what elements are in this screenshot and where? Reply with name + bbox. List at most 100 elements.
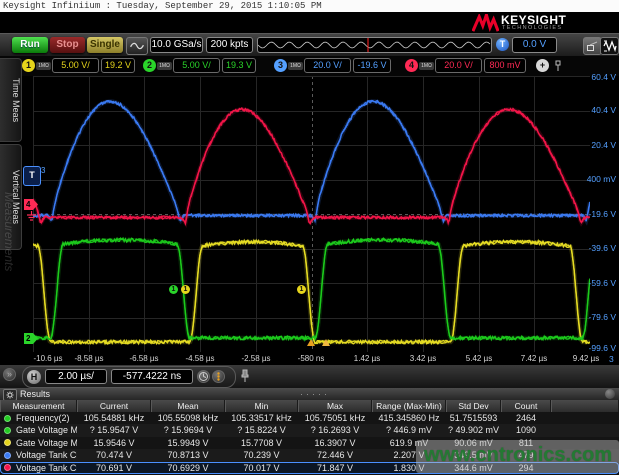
right-axis-label: -99.6 V bbox=[586, 343, 616, 353]
channel-3-scale-field[interactable]: 20.0 V/ bbox=[304, 58, 351, 73]
right-axis-label: -79.6 V bbox=[586, 312, 616, 322]
time-axis-label: 3.42 µs bbox=[410, 354, 436, 363]
column-header[interactable]: Std Dev bbox=[446, 400, 501, 412]
measurement-dot bbox=[4, 464, 11, 471]
gate-start-marker-icon[interactable] bbox=[307, 339, 315, 346]
right-axis-label: 20.4 V bbox=[586, 140, 616, 150]
time-axis-label: -10.6 µs bbox=[33, 354, 62, 363]
single-button[interactable]: Single bbox=[87, 37, 123, 53]
probe-icon[interactable] bbox=[553, 60, 563, 72]
time-axis-label: 9.42 µs bbox=[573, 354, 599, 363]
results-collapse-button[interactable] bbox=[605, 389, 615, 399]
keysight-spark-icon bbox=[472, 14, 499, 32]
column-header[interactable]: Count bbox=[501, 400, 551, 412]
time-axis-label: 5.42 µs bbox=[466, 354, 492, 363]
results-header-row: Measurement Current Mean Min Max Range (… bbox=[0, 400, 619, 412]
right-axis-label: -19.6 V bbox=[586, 209, 616, 219]
column-header[interactable]: Mean bbox=[151, 400, 225, 412]
channel-2-icon[interactable]: 2 bbox=[143, 59, 156, 72]
trigger-level-field[interactable]: 0.0 V bbox=[512, 37, 557, 53]
channel-2-scale-field[interactable]: 5.00 V/ bbox=[173, 58, 220, 73]
channel-bar: 1 1MΩ 5.00 V/ 19.2 V 2 1MΩ 5.00 V/ 19.3 … bbox=[0, 56, 619, 76]
add-channel-button[interactable]: + bbox=[536, 59, 549, 72]
column-header[interactable]: Max bbox=[298, 400, 372, 412]
right-axis-label: 400 mV bbox=[586, 174, 616, 184]
channel-2-coupling: 1MΩ bbox=[157, 62, 172, 70]
axis-channel-number: 3 bbox=[609, 354, 614, 364]
time-axis-label: 1.42 µs bbox=[354, 354, 380, 363]
autoscale-icon[interactable] bbox=[600, 37, 619, 55]
time-axis-label: -2.58 µs bbox=[241, 354, 270, 363]
channel-1-offset-field[interactable]: 19.2 V bbox=[101, 58, 135, 73]
measurements-ghost-label: Measurements bbox=[2, 192, 16, 271]
channel-4-offset-field[interactable]: 800 mV bbox=[484, 58, 526, 73]
gate-stop-marker-icon[interactable] bbox=[322, 339, 330, 346]
column-header[interactable]: Range (Max-Min) bbox=[372, 400, 446, 412]
waveform-display[interactable]: 1 1 1 bbox=[33, 76, 590, 352]
channel-1-scale-field[interactable]: 5.00 V/ bbox=[52, 58, 99, 73]
channel-3-icon[interactable]: 3 bbox=[274, 59, 287, 72]
column-header[interactable]: Current bbox=[77, 400, 151, 412]
measurement-dot bbox=[4, 439, 11, 446]
window-title: Keysight Infiniium : Tuesday, September … bbox=[0, 0, 619, 12]
meas-marker-yellow-2[interactable]: 1 bbox=[297, 285, 306, 294]
time-axis-label: -6.58 µs bbox=[129, 354, 158, 363]
horizontal-icon[interactable]: H bbox=[27, 370, 41, 384]
measurement-dot bbox=[4, 427, 11, 434]
channel-4-scale-field[interactable]: 20.0 V/ bbox=[435, 58, 482, 73]
channel-3-coupling: 1MΩ bbox=[288, 62, 303, 70]
timebase-position-field[interactable]: -577.4222 ns bbox=[111, 369, 193, 384]
stop-button[interactable]: Stop bbox=[50, 37, 85, 53]
table-row[interactable]: Gate Voltage MC ? 15.9547 V? 15.9694 V ?… bbox=[0, 424, 619, 436]
time-axis-label: 7.42 µs bbox=[521, 354, 547, 363]
right-axis-label: -39.6 V bbox=[586, 243, 616, 253]
oscilloscope-screen: Keysight Infiniium : Tuesday, September … bbox=[0, 0, 619, 475]
waveform-arrows-icon bbox=[603, 40, 617, 52]
channel-1-coupling: 1MΩ bbox=[36, 62, 51, 70]
measurement-dot bbox=[4, 452, 11, 459]
trigger-channel-label: 3 bbox=[41, 166, 45, 175]
expand-panel-button[interactable]: » bbox=[3, 368, 16, 381]
trigger-source-icon[interactable]: T bbox=[496, 38, 509, 51]
run-button[interactable]: Run bbox=[12, 37, 48, 53]
time-axis-label: -4.58 µs bbox=[185, 354, 214, 363]
overview-waveform bbox=[258, 38, 491, 52]
column-header[interactable] bbox=[551, 400, 619, 412]
measurement-dot bbox=[4, 415, 11, 422]
pin-icon[interactable] bbox=[240, 369, 250, 383]
sample-rate-field[interactable]: 10.0 GSa/s bbox=[150, 37, 203, 53]
timebase-scale-field[interactable]: 2.00 µs/ bbox=[45, 369, 107, 384]
tab-time-meas[interactable]: Time Meas bbox=[0, 58, 22, 142]
horizontal-bar: » H 2.00 µs/ -577.4222 ns bbox=[0, 365, 619, 388]
results-title: Results bbox=[20, 388, 50, 400]
right-axis-label: -59.6 V bbox=[586, 278, 616, 288]
right-axis-label: 40.4 V bbox=[586, 105, 616, 115]
meas-marker-yellow-1[interactable]: 1 bbox=[181, 285, 190, 294]
column-header[interactable]: Measurement bbox=[0, 400, 77, 412]
watermark-text: www.cntronics.com bbox=[424, 444, 619, 467]
channel-1-icon[interactable]: 1 bbox=[22, 59, 35, 72]
roll-mode-icon[interactable] bbox=[212, 370, 225, 383]
channel-2-offset-field[interactable]: 19.3 V bbox=[222, 58, 256, 73]
memory-depth-field[interactable]: 200 kpts bbox=[206, 37, 253, 53]
horizontal-scale-icon[interactable] bbox=[126, 37, 148, 55]
time-axis-label: -8.58 µs bbox=[74, 354, 103, 363]
acquisition-overview[interactable] bbox=[257, 37, 492, 53]
acquisition-toolbar: Run Stop Single 10.0 GSa/s 200 kpts T 0.… bbox=[0, 33, 619, 56]
results-title-bar[interactable]: Results ····· bbox=[0, 388, 619, 400]
column-header[interactable]: Min bbox=[225, 400, 298, 412]
horizontal-controls-group: H 2.00 µs/ -577.4222 ns bbox=[22, 366, 236, 388]
trigger-level-marker[interactable]: T bbox=[23, 166, 41, 186]
table-row[interactable]: Frequency(2) 105.54881 kHz105.55098 kHz … bbox=[0, 412, 619, 424]
acquisition-mode-icon[interactable] bbox=[197, 370, 210, 383]
waveform-traces bbox=[33, 76, 590, 352]
panel-drag-handle[interactable]: ····· bbox=[300, 388, 330, 400]
right-axis-label: 60.4 V bbox=[586, 72, 616, 82]
meas-marker-green[interactable]: 1 bbox=[169, 285, 178, 294]
brand-subtitle: TECHNOLOGIES bbox=[502, 25, 563, 31]
display-icon bbox=[587, 41, 598, 51]
ground-symbol-icon bbox=[26, 211, 37, 221]
channel-4-icon[interactable]: 4 bbox=[405, 59, 418, 72]
channel-3-offset-field[interactable]: -19.6 V bbox=[353, 58, 391, 73]
time-axis-label: -580 ns bbox=[298, 354, 325, 363]
